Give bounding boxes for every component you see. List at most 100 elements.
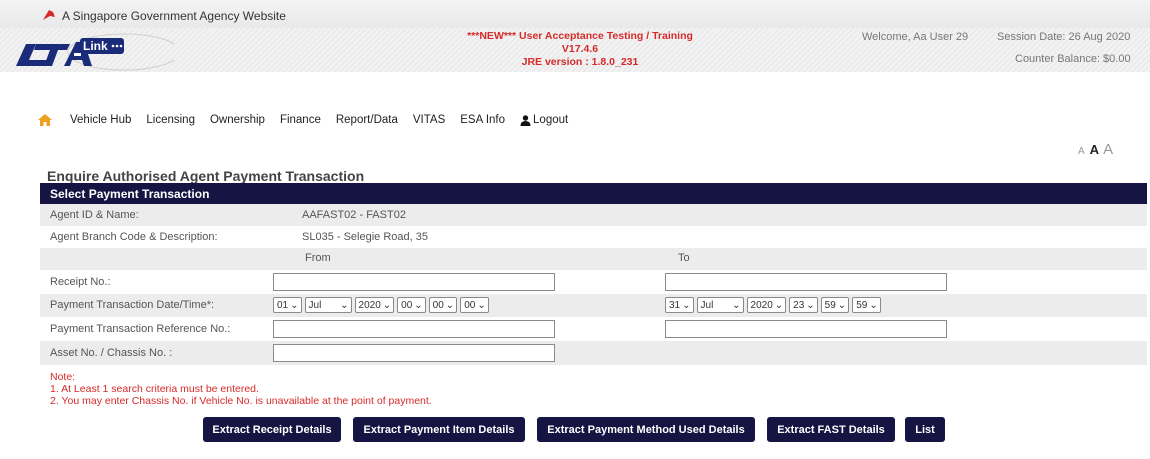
main-nav: Vehicle Hub Licensing Ownership Finance … bbox=[38, 112, 568, 128]
notes-block: Note: 1. At Least 1 search criteria must… bbox=[50, 371, 432, 407]
environment-banner: ***NEW*** User Acceptance Testing / Trai… bbox=[430, 30, 730, 69]
to-year-value: 2020 bbox=[750, 300, 773, 311]
welcome-text: Welcome, Aa User 29 bbox=[862, 31, 969, 43]
extract-payment-item-button[interactable]: Extract Payment Item Details bbox=[353, 417, 525, 442]
to-minute-select[interactable]: 59 ⌄ bbox=[820, 297, 850, 313]
from-minute-select[interactable]: 00 ⌄ bbox=[428, 297, 458, 313]
from-day-value: 01 bbox=[277, 300, 289, 311]
from-hour-value: 00 bbox=[401, 300, 413, 311]
agent-id-row: Agent ID & Name: AAFAST02 - FAST02 bbox=[40, 204, 1147, 226]
payment-transaction-panel: Select Payment Transaction Agent ID & Na… bbox=[40, 183, 1147, 365]
chevron-down-icon: ⌄ bbox=[806, 300, 815, 311]
action-buttons: Extract Receipt Details Extract Payment … bbox=[0, 417, 1150, 442]
lion-head-icon bbox=[43, 10, 55, 20]
from-second-value: 00 bbox=[464, 300, 476, 311]
lta-link-logo[interactable]: Link bbox=[14, 30, 181, 72]
to-header: To bbox=[678, 252, 690, 264]
logout-link[interactable]: Logout bbox=[520, 114, 568, 126]
banner-line-1: ***NEW*** User Acceptance Testing / Trai… bbox=[467, 30, 693, 42]
from-month-select[interactable]: Jul ⌄ bbox=[304, 297, 352, 313]
notes-line-1: 1. At Least 1 search criteria must be en… bbox=[50, 383, 259, 395]
chevron-down-icon: ⌄ bbox=[414, 300, 423, 311]
chevron-down-icon: ⌄ bbox=[477, 300, 486, 311]
from-year-select[interactable]: 2020 ⌄ bbox=[354, 297, 395, 313]
reference-label: Payment Transaction Reference No.: bbox=[50, 323, 231, 335]
to-hour-value: 23 bbox=[793, 300, 805, 311]
agent-branch-label: Agent Branch Code & Description: bbox=[50, 231, 218, 243]
receipt-to-input[interactable] bbox=[665, 273, 947, 291]
reference-row: Payment Transaction Reference No.: bbox=[40, 317, 1147, 341]
nav-licensing[interactable]: Licensing bbox=[146, 114, 195, 126]
gov-banner-text: A Singapore Government Agency Website bbox=[62, 9, 286, 23]
nav-vehicle-hub[interactable]: Vehicle Hub bbox=[70, 114, 131, 126]
notes-title: Note: bbox=[50, 371, 76, 383]
chevron-down-icon: ⌄ bbox=[290, 300, 299, 311]
chevron-down-icon: ⌄ bbox=[340, 300, 349, 311]
asset-row: Asset No. / Chassis No. : bbox=[40, 341, 1147, 365]
to-second-select[interactable]: 59 ⌄ bbox=[852, 297, 881, 313]
nav-finance[interactable]: Finance bbox=[280, 114, 321, 126]
date-to-selects: 31 ⌄ Jul ⌄ 2020 ⌄ 23 ⌄ 59 ⌄ 59 ⌄ bbox=[665, 297, 884, 313]
list-button[interactable]: List bbox=[905, 417, 945, 442]
receipt-row: Receipt No.: bbox=[40, 270, 1147, 294]
reference-to-input[interactable] bbox=[665, 320, 947, 338]
from-year-value: 2020 bbox=[358, 300, 381, 311]
page-title: Enquire Authorised Agent Payment Transac… bbox=[47, 168, 365, 184]
agent-id-label: Agent ID & Name: bbox=[50, 209, 139, 221]
to-day-value: 31 bbox=[669, 300, 681, 311]
chevron-down-icon: ⌄ bbox=[445, 300, 455, 311]
user-icon bbox=[520, 114, 531, 126]
from-second-select[interactable]: 00 ⌄ bbox=[460, 297, 489, 313]
nav-report-data[interactable]: Report/Data bbox=[336, 114, 398, 126]
banner-jre: JRE version : 1.8.0_231 bbox=[521, 56, 639, 68]
font-size-medium[interactable]: A bbox=[1090, 142, 1099, 157]
to-year-select[interactable]: 2020 ⌄ bbox=[746, 297, 787, 313]
column-header-row: From To bbox=[40, 248, 1147, 270]
font-size-large[interactable]: A bbox=[1103, 141, 1113, 158]
extract-receipt-button[interactable]: Extract Receipt Details bbox=[203, 417, 341, 442]
chevron-down-icon: ⌄ bbox=[837, 300, 847, 311]
chevron-down-icon: ⌄ bbox=[732, 300, 741, 311]
logo-text: Link bbox=[83, 39, 108, 53]
receipt-from-input[interactable] bbox=[273, 273, 555, 291]
receipt-label: Receipt No.: bbox=[50, 276, 111, 288]
home-icon[interactable] bbox=[38, 114, 52, 126]
nav-ownership[interactable]: Ownership bbox=[210, 114, 265, 126]
chevron-down-icon: ⌄ bbox=[774, 300, 784, 311]
nav-esa-info[interactable]: ESA Info bbox=[460, 114, 505, 126]
extract-fast-button[interactable]: Extract FAST Details bbox=[767, 417, 895, 442]
notes-line-2: 2. You may enter Chassis No. if Vehicle … bbox=[50, 395, 432, 407]
date-label: Payment Transaction Date/Time*: bbox=[50, 299, 215, 311]
font-size-controls: AAA bbox=[1078, 141, 1113, 158]
counter-balance: Counter Balance: $0.00 bbox=[1015, 53, 1131, 65]
to-hour-select[interactable]: 23 ⌄ bbox=[789, 297, 818, 313]
reference-from-input[interactable] bbox=[273, 320, 555, 338]
from-month-value: Jul bbox=[308, 300, 322, 311]
date-row: Payment Transaction Date/Time*: 01 ⌄ Jul ⌄… bbox=[40, 294, 1147, 317]
from-header: From bbox=[305, 252, 331, 264]
from-hour-select[interactable]: 00 ⌄ bbox=[397, 297, 426, 313]
asset-label: Asset No. / Chassis No. : bbox=[50, 347, 173, 359]
from-minute-value: 00 bbox=[432, 300, 444, 311]
agent-id-value: AAFAST02 - FAST02 bbox=[302, 209, 406, 221]
asset-input[interactable] bbox=[273, 344, 555, 362]
extract-payment-method-button[interactable]: Extract Payment Method Used Details bbox=[537, 417, 755, 442]
logout-label: Logout bbox=[533, 114, 569, 126]
to-day-select[interactable]: 31 ⌄ bbox=[665, 297, 694, 313]
date-from-selects: 01 ⌄ Jul ⌄ 2020 ⌄ 00 ⌄ 00 ⌄ 00 ⌄ bbox=[273, 297, 492, 313]
banner-version: V17.4.6 bbox=[561, 43, 599, 55]
to-second-value: 59 bbox=[856, 300, 868, 311]
from-day-select[interactable]: 01 ⌄ bbox=[273, 297, 302, 313]
session-date: Session Date: 26 Aug 2020 bbox=[997, 31, 1131, 43]
agent-branch-row: Agent Branch Code & Description: SL035 -… bbox=[40, 226, 1147, 248]
to-month-select[interactable]: Jul ⌄ bbox=[696, 297, 744, 313]
to-month-value: Jul bbox=[700, 300, 714, 311]
chevron-down-icon: ⌄ bbox=[869, 300, 878, 311]
font-size-small[interactable]: A bbox=[1078, 146, 1085, 157]
gov-banner: A Singapore Government Agency Website bbox=[0, 0, 1150, 28]
chevron-down-icon: ⌄ bbox=[382, 300, 392, 311]
agent-branch-value: SL035 - Selegie Road, 35 bbox=[302, 231, 428, 243]
nav-vitas[interactable]: VITAS bbox=[413, 114, 445, 126]
to-minute-value: 59 bbox=[824, 300, 836, 311]
chevron-down-icon: ⌄ bbox=[682, 300, 691, 311]
